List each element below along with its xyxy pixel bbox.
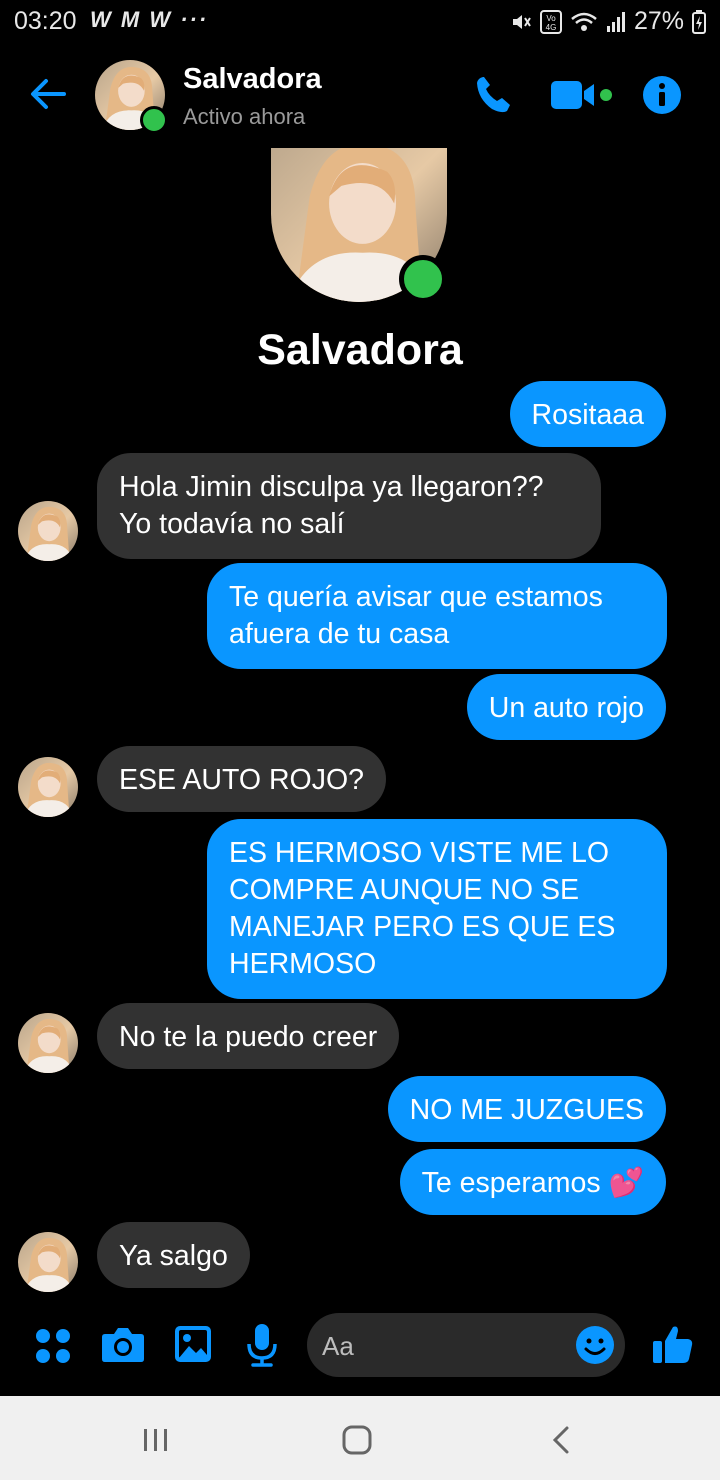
phone-icon[interactable] — [472, 72, 516, 121]
received-message[interactable]: No te la puedo creer — [97, 1003, 400, 1069]
status-right: Vo 4G 27% — [510, 7, 706, 36]
battery-percent: 27% — [633, 7, 684, 35]
sender-avatar[interactable] — [18, 1013, 78, 1073]
received-message[interactable]: Ya salgo — [97, 1222, 250, 1288]
recent-apps-icon[interactable] — [140, 1426, 172, 1459]
svg-text:4G: 4G — [546, 23, 557, 32]
notification-icons: W M W ··· — [90, 7, 209, 32]
message-input-placeholder: Aa — [322, 1331, 354, 1361]
online-indicator — [140, 106, 168, 134]
volte-icon: Vo4G — [539, 9, 562, 34]
microphone-icon[interactable] — [244, 1322, 280, 1373]
sent-message[interactable]: Te quería avisar que estamos afuera de t… — [207, 563, 667, 669]
sent-message[interactable]: Rositaaa — [509, 381, 666, 447]
received-message[interactable]: ESE AUTO ROJO? — [97, 746, 386, 812]
mute-icon — [512, 14, 531, 29]
sent-message[interactable]: Te esperamos 💕 — [399, 1149, 666, 1215]
sender-avatar[interactable] — [18, 757, 78, 817]
info-icon[interactable] — [641, 74, 683, 121]
apps-grid-icon[interactable] — [34, 1327, 72, 1370]
sent-message[interactable]: NO ME JUZGUES — [387, 1076, 666, 1142]
sent-message[interactable]: Un auto rojo — [466, 674, 666, 740]
status-time: 03:20 — [14, 7, 77, 35]
home-icon[interactable] — [341, 1424, 373, 1461]
signal-icon — [606, 11, 625, 32]
svg-text:Vo: Vo — [546, 14, 556, 23]
contact-name[interactable]: Salvadora — [183, 63, 322, 96]
sender-avatar[interactable] — [18, 1232, 78, 1292]
profile-name: Salvadora — [257, 326, 463, 374]
camera-icon[interactable] — [101, 1324, 145, 1369]
status-bar: 03:20 W M W ··· Vo 4G 27% — [0, 0, 720, 44]
back-icon[interactable] — [547, 1424, 575, 1461]
battery-icon — [692, 9, 706, 34]
received-message[interactable]: Hola Jimin disculpa ya llegaron?? Yo tod… — [97, 453, 601, 559]
sent-message[interactable]: ES HERMOSO VISTE ME LO COMPRE AUNQUE NO … — [207, 819, 667, 999]
video-camera-icon[interactable] — [550, 78, 614, 117]
emoji-icon[interactable] — [575, 1325, 615, 1370]
contact-status: Activo ahora — [183, 104, 306, 129]
wifi-icon — [571, 12, 597, 31]
gallery-icon[interactable] — [174, 1325, 212, 1368]
back-arrow-icon[interactable] — [26, 72, 70, 116]
profile-online-indicator — [399, 255, 447, 303]
sender-avatar[interactable] — [18, 501, 78, 561]
thumbs-up-icon[interactable] — [652, 1323, 694, 1370]
system-nav-bar — [0, 1396, 720, 1480]
